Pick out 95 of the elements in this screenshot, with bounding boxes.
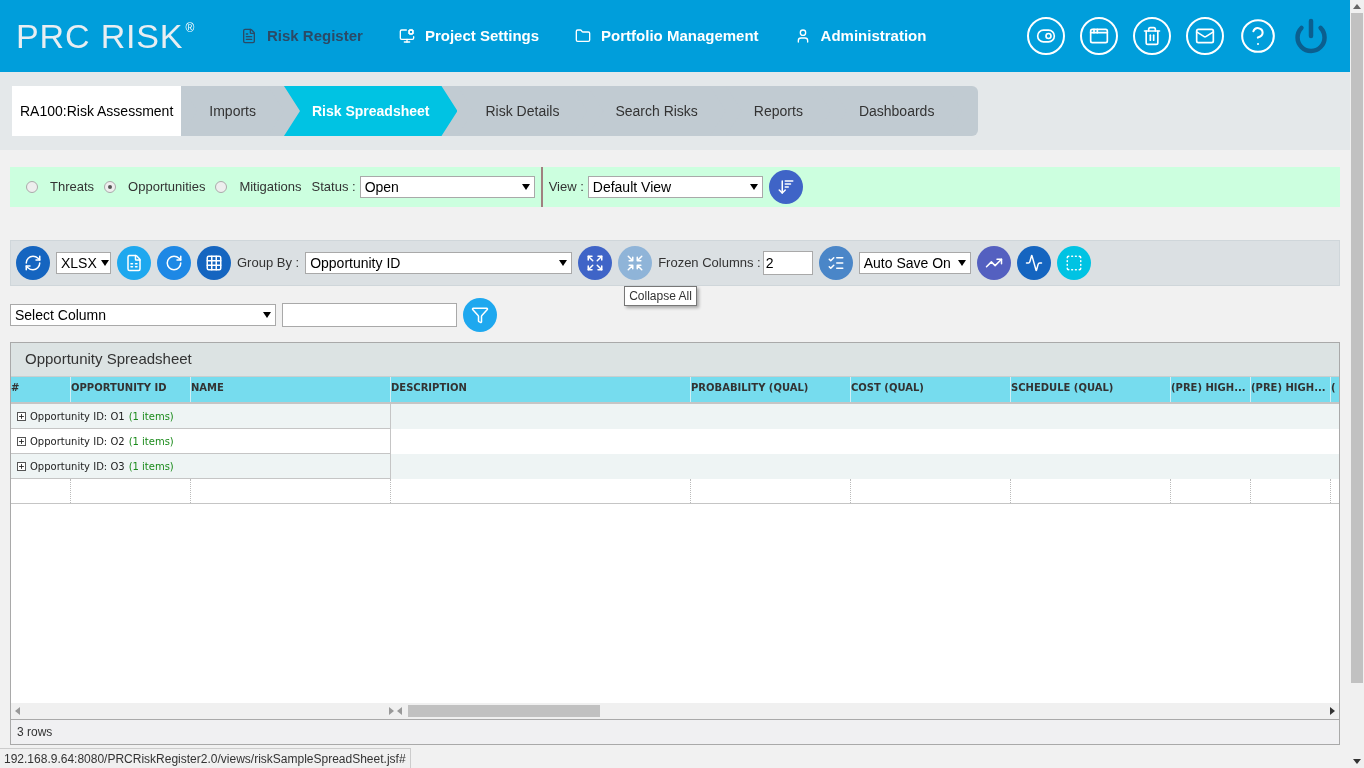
grid-icon	[205, 254, 223, 272]
chart-button[interactable]	[976, 246, 1011, 280]
radio-label: Mitigations	[239, 178, 302, 197]
scroll-down-icon[interactable]	[1353, 759, 1361, 764]
monitor-gear-icon	[398, 28, 415, 44]
group-label: Opportunity ID: O1	[30, 409, 125, 424]
column-header[interactable]: (PRE) HIGH...	[1171, 377, 1251, 402]
radio-label: Threats	[50, 178, 95, 197]
column-header[interactable]: OPPORTUNITY ID	[71, 377, 191, 402]
filter-text-field[interactable]	[282, 303, 457, 327]
logo: PRC RISK	[16, 19, 184, 53]
caret-icon	[263, 312, 271, 318]
format-dropdown[interactable]: XLSX	[56, 252, 111, 274]
scroll-left-icon[interactable]	[15, 707, 20, 715]
dashed-square-icon	[1064, 254, 1083, 272]
scroll-left-icon[interactable]	[397, 707, 402, 715]
download-button[interactable]	[1080, 17, 1118, 55]
registered-mark: ®	[185, 20, 195, 37]
column-header[interactable]: SCHEDULE (QUAL)	[1011, 377, 1171, 402]
envelope-icon	[1195, 26, 1215, 46]
frozen-columns-field[interactable]: 2	[762, 251, 813, 275]
caret-icon	[749, 184, 758, 190]
column-header[interactable]: (PRE) HIGH...	[1251, 377, 1331, 402]
toggle-button[interactable]	[1027, 17, 1065, 55]
pulse-line-icon	[1024, 254, 1043, 272]
expand-icon	[17, 411, 26, 421]
group-label: Opportunity ID: O3	[30, 459, 125, 474]
scroll-up-icon[interactable]	[1353, 4, 1361, 9]
funnel-icon	[471, 306, 489, 324]
filter-button[interactable]	[463, 298, 497, 332]
group-count: (1 items)	[128, 409, 174, 424]
column-header[interactable]: DESCRIPTION	[391, 377, 691, 402]
caret-icon	[521, 184, 530, 190]
radio-label: Opportunities	[128, 178, 206, 197]
power-icon	[1293, 18, 1329, 54]
caret-icon	[559, 260, 568, 266]
tooltip: Collapse All	[624, 286, 697, 306]
view-dropdown[interactable]: Default View	[587, 176, 763, 198]
caret-icon	[957, 260, 966, 266]
frozen-columns-label: Frozen Columns :	[658, 254, 761, 273]
column-header[interactable]: #	[11, 377, 71, 402]
refresh-icon	[24, 254, 42, 272]
row-count: 3 rows	[11, 719, 1339, 744]
scroll-thumb[interactable]	[408, 705, 600, 717]
column-header[interactable]: (	[1331, 377, 1339, 402]
column-header[interactable]: PROBABILITY (QUAL)	[691, 377, 851, 402]
group-count: (1 items)	[128, 459, 174, 474]
column-header[interactable]: NAME	[191, 377, 391, 402]
collapse-icon	[626, 254, 645, 272]
mail-button[interactable]	[1186, 17, 1224, 55]
graph-button[interactable]	[1016, 246, 1051, 280]
trash-icon	[1142, 26, 1162, 46]
project-name: RA100:Risk Assessment	[12, 86, 182, 136]
reload-button[interactable]	[157, 246, 191, 280]
select-area-button[interactable]	[1056, 246, 1091, 280]
expand-icon	[17, 436, 26, 446]
sort-button[interactable]	[768, 170, 803, 204]
document-icon	[241, 28, 257, 44]
folder-icon	[575, 28, 592, 44]
list-check-icon	[826, 254, 845, 272]
column-dropdown[interactable]: Select Column	[10, 304, 276, 326]
rotate-icon	[165, 254, 183, 272]
expand-all-button[interactable]	[578, 246, 613, 280]
power-button[interactable]	[1292, 17, 1330, 55]
window-download-icon	[1089, 26, 1109, 46]
expand-icon	[586, 254, 605, 272]
horizontal-scrollbar[interactable]	[11, 703, 1339, 719]
group-count: (1 items)	[128, 434, 174, 449]
column-header[interactable]: COST (QUAL)	[851, 377, 1011, 402]
spreadsheet-icon	[125, 254, 143, 272]
help-button[interactable]	[1239, 17, 1277, 55]
expand-icon	[17, 461, 26, 471]
status-bar: 192.168.9.64:8080/PRCRiskRegister2.0/views/riskSampleSpreadSheet.jsf#	[0, 748, 411, 768]
delete-button[interactable]	[1133, 17, 1171, 55]
radio-button[interactable]	[26, 181, 38, 193]
panel-title: Opportunity Spreadsheet	[11, 343, 1339, 377]
group-by-label: Group By :	[237, 254, 300, 273]
export-button[interactable]	[117, 246, 151, 280]
scroll-thumb[interactable]	[1351, 13, 1363, 683]
group-by-dropdown[interactable]: Opportunity ID	[305, 252, 573, 274]
toggle-icon	[1036, 26, 1056, 46]
view-label: View :	[548, 178, 584, 197]
save-list-button[interactable]	[818, 246, 853, 280]
group-label: Opportunity ID: O2	[30, 434, 125, 449]
caret-icon	[100, 260, 109, 266]
radio-button[interactable]	[215, 181, 228, 193]
status-label: Status :	[311, 178, 356, 197]
radio-button[interactable]	[104, 181, 117, 193]
help-icon	[1239, 17, 1277, 55]
columns-button[interactable]	[197, 246, 231, 280]
auto-save-dropdown[interactable]: Auto Save On	[858, 252, 971, 274]
refresh-button[interactable]	[16, 246, 50, 280]
status-dropdown[interactable]: Open	[359, 176, 535, 198]
sort-icon	[776, 178, 795, 196]
scroll-right-icon[interactable]	[1330, 707, 1335, 715]
